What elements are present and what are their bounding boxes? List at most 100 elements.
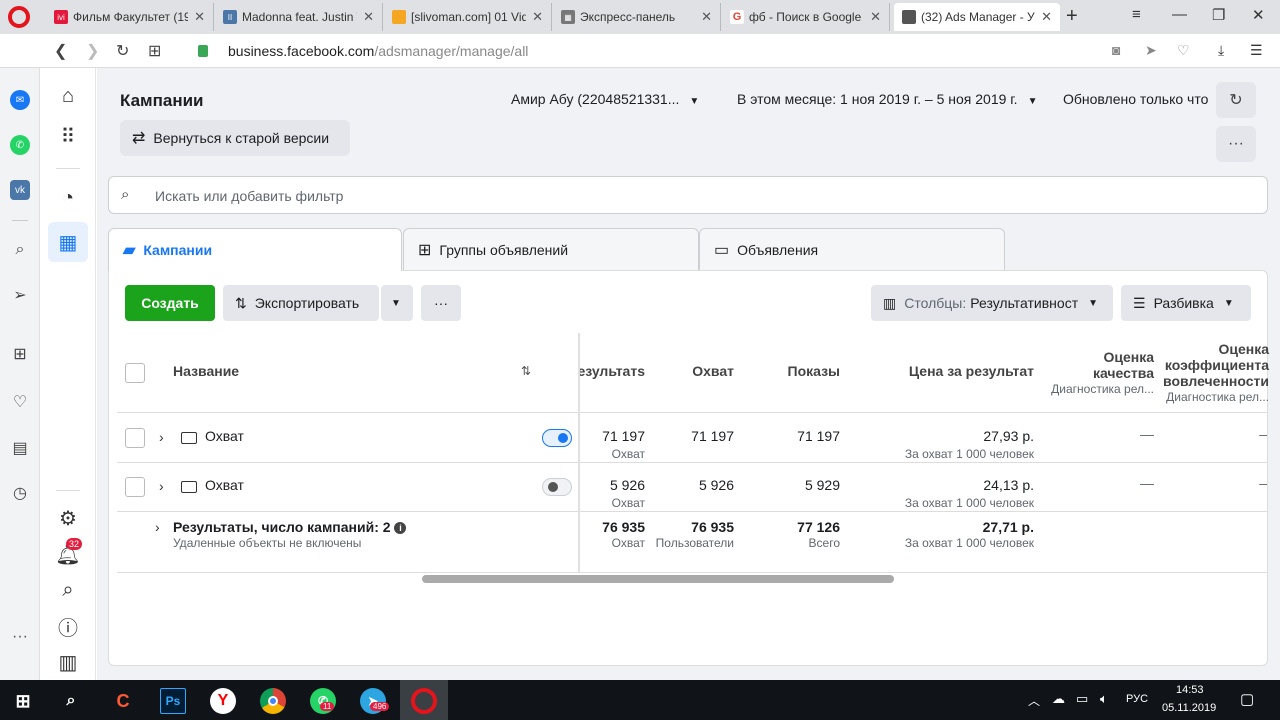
browser-tab[interactable]: G фб - Поиск в Google ✕: [722, 3, 890, 31]
column-engagement-header-line1[interactable]: Оценка: [1218, 341, 1269, 357]
refresh-button[interactable]: ↻: [1216, 82, 1256, 118]
search-icon[interactable]: ⌕: [58, 688, 84, 714]
select-all-checkbox[interactable]: [125, 363, 145, 383]
more-actions-button[interactable]: ···: [421, 285, 461, 321]
vk-icon[interactable]: vk: [10, 180, 30, 200]
browser-tab[interactable]: ▦ Экспресс-панель ✕: [553, 3, 721, 31]
yandex-icon[interactable]: Y: [210, 688, 236, 714]
columns-selector[interactable]: ▥ Столбцы: Результативност ▼: [871, 285, 1113, 321]
more-options-button[interactable]: ···: [1216, 126, 1256, 162]
reload-icon[interactable]: ↻: [116, 41, 129, 61]
back-icon[interactable]: ❮: [54, 41, 67, 61]
windows-start-icon[interactable]: ⊞: [10, 688, 36, 714]
settings-sliders-icon[interactable]: ☰: [1250, 42, 1263, 59]
opera-logo-icon[interactable]: [8, 6, 30, 28]
opera-icon[interactable]: [411, 688, 437, 714]
close-icon[interactable]: ✕: [870, 9, 881, 25]
send-icon[interactable]: ➤: [1145, 42, 1157, 59]
browser-tab[interactable]: ivi Фильм Факультет (19 ✕: [46, 3, 214, 31]
column-cost-header[interactable]: Цена за результат: [909, 363, 1034, 379]
download-icon[interactable]: ⤓: [1218, 42, 1224, 59]
close-window-icon[interactable]: ✕: [1252, 6, 1265, 24]
close-icon[interactable]: ✕: [532, 9, 543, 25]
language-indicator[interactable]: РУС: [1126, 693, 1148, 705]
browser-tab[interactable]: [slivoman.com] 01 Vid ✕: [384, 3, 552, 31]
speed-dial-icon[interactable]: ⊞: [10, 344, 30, 364]
row-checkbox[interactable]: [125, 428, 145, 448]
tab-adsets[interactable]: ⊞ Группы объявлений: [403, 228, 699, 271]
column-results-header[interactable]: езультатs: [577, 363, 645, 379]
sort-icon[interactable]: ⇅: [521, 364, 531, 378]
tab-campaigns[interactable]: ▰ Кампании: [108, 228, 402, 271]
column-reach-header[interactable]: Охват: [692, 363, 734, 379]
gear-icon[interactable]: ⚙: [54, 504, 82, 532]
filter-search-input[interactable]: ⌕ Искать или добавить фильтр: [108, 176, 1268, 214]
breakdown-selector[interactable]: ☰ Разбивка ▼: [1121, 285, 1251, 321]
more-icon[interactable]: ···: [12, 628, 28, 646]
url-field[interactable]: business.facebook.com/adsmanager/manage/…: [228, 43, 528, 59]
chrome-icon[interactable]: [260, 688, 286, 714]
dashboard-gauge-icon[interactable]: ◔: [54, 184, 82, 212]
volume-icon[interactable]: 🔈︎: [1100, 691, 1108, 707]
browser-tab[interactable]: II Madonna feat. Justin T ✕: [215, 3, 383, 31]
chevron-right-icon[interactable]: ›: [155, 519, 160, 535]
column-engagement-header-line2[interactable]: коэффициента: [1165, 357, 1269, 373]
export-dropdown-button[interactable]: ▼: [381, 285, 413, 321]
close-icon[interactable]: ✕: [194, 9, 205, 25]
forward-icon[interactable]: ❯: [86, 41, 99, 61]
table-row[interactable]: › Охват 5 926 Охват 5 926 5 929 24,13 р.…: [117, 463, 1267, 512]
chevron-right-icon[interactable]: ›: [159, 429, 164, 445]
send-icon[interactable]: ➢: [10, 285, 30, 305]
column-engagement-header-line3[interactable]: вовлеченности: [1163, 373, 1269, 389]
new-tab-icon[interactable]: +: [1066, 5, 1078, 28]
notifications-icon[interactable]: ▢: [1240, 690, 1254, 708]
heart-icon[interactable]: ♡: [10, 392, 30, 412]
camera-icon[interactable]: ◙: [1112, 42, 1120, 58]
ads-manager-table-icon[interactable]: ▦: [48, 222, 88, 262]
all-tools-icon[interactable]: ⠿: [54, 122, 82, 150]
close-icon[interactable]: ✕: [701, 9, 712, 25]
horizontal-scrollbar[interactable]: [422, 575, 894, 583]
browser-tab-active[interactable]: (32) Ads Manager - У ✕: [894, 3, 1060, 31]
clock-date[interactable]: 05.11.2019: [1162, 702, 1216, 714]
tray-chevron-icon[interactable]: ︿: [1028, 692, 1040, 709]
account-selector[interactable]: Амир Абу (22048521331... ▼: [511, 91, 699, 107]
close-icon[interactable]: ✕: [1041, 9, 1052, 25]
search-icon[interactable]: ⌕: [10, 240, 30, 260]
display-icon[interactable]: ▭: [1076, 691, 1088, 707]
photoshop-icon[interactable]: Ps: [160, 688, 186, 714]
network-icon[interactable]: ☁: [1052, 691, 1065, 707]
table-row[interactable]: › Охват 71 197 Охват 71 197 71 197 27,93…: [117, 414, 1267, 463]
history-icon[interactable]: ◷: [10, 483, 30, 503]
export-button[interactable]: ⇅ Экспортировать: [223, 285, 379, 321]
tabs-grid-icon[interactable]: ⊞: [148, 41, 161, 61]
column-impressions-header[interactable]: Показы: [788, 363, 841, 379]
column-name-header[interactable]: Название: [173, 363, 239, 379]
home-icon[interactable]: ⌂: [54, 82, 82, 110]
news-icon[interactable]: ▤: [10, 438, 30, 458]
search-icon[interactable]: ⌕: [54, 576, 82, 604]
maximize-icon[interactable]: ❐: [1212, 6, 1225, 24]
help-icon[interactable]: ⓘ: [54, 612, 82, 640]
campaign-toggle[interactable]: [542, 478, 572, 496]
clock-time[interactable]: 14:53: [1176, 684, 1204, 696]
ccleaner-icon[interactable]: C: [110, 688, 136, 714]
minimize-icon[interactable]: —: [1172, 6, 1187, 23]
tab-ads[interactable]: ▭ Объявления: [699, 228, 1005, 271]
old-version-button[interactable]: ⇄ Вернуться к старой версии: [120, 120, 350, 156]
date-range-selector[interactable]: В этом месяце: 1 ноя 2019 г. – 5 ноя 201…: [737, 91, 1037, 107]
whatsapp-icon[interactable]: ✆: [10, 135, 30, 155]
campaign-name[interactable]: Охват: [205, 428, 244, 444]
column-quality-header-line1[interactable]: Оценка: [1103, 349, 1154, 365]
campaign-toggle[interactable]: [542, 429, 572, 447]
messenger-icon[interactable]: ✉: [10, 90, 30, 110]
close-icon[interactable]: ✕: [363, 9, 374, 25]
row-checkbox[interactable]: [125, 477, 145, 497]
tab-menu-icon[interactable]: ≡: [1132, 6, 1141, 23]
column-quality-header-line2[interactable]: качества: [1093, 365, 1154, 381]
create-button[interactable]: Создать: [125, 285, 215, 321]
report-icon[interactable]: ▥: [54, 648, 82, 676]
chevron-right-icon[interactable]: ›: [159, 478, 164, 494]
heart-icon[interactable]: ♡: [1177, 42, 1190, 59]
campaign-name[interactable]: Охват: [205, 477, 244, 493]
